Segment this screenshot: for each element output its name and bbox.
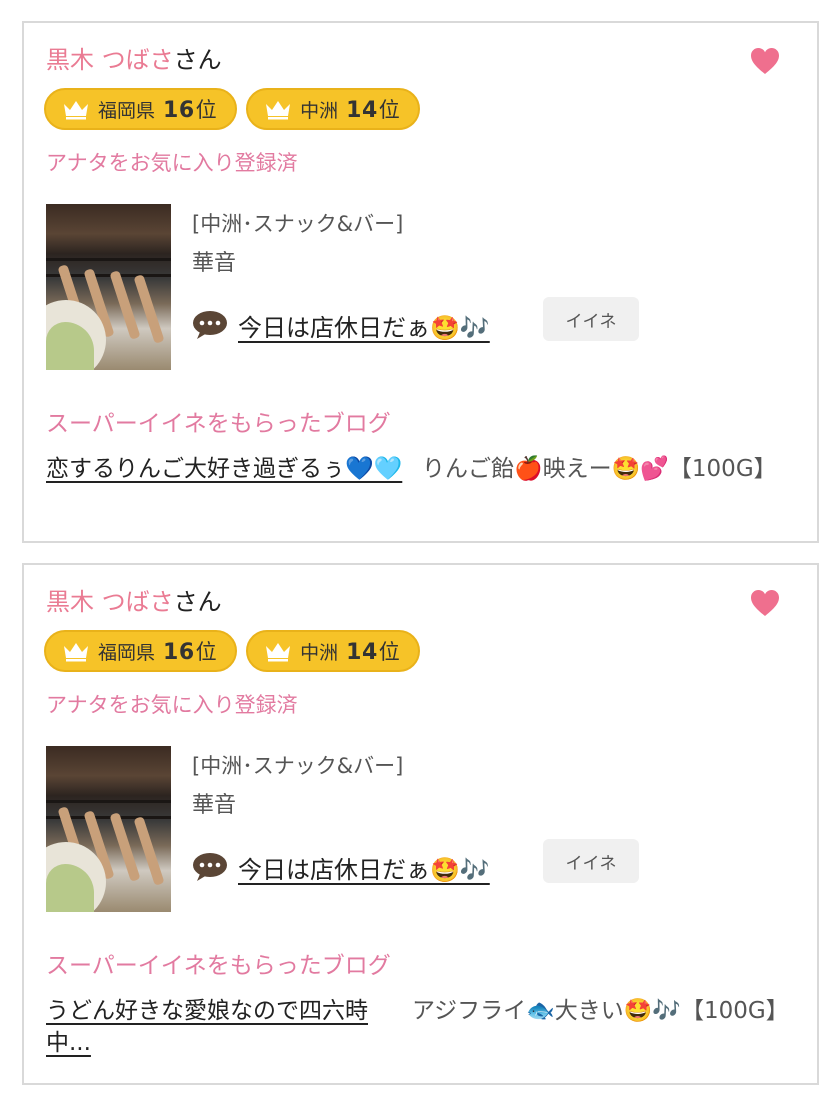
rank-badge-prefecture: 福岡県 16位 xyxy=(44,88,238,130)
rank-badge-prefecture: 福岡県 16位 xyxy=(44,630,238,672)
rank-badge-area: 中洲 14位 xyxy=(246,88,421,130)
honorific: さん xyxy=(173,588,222,616)
latest-message-link[interactable]: 今日は店休日だぁ🤩🎶 xyxy=(238,308,490,343)
latest-message-link[interactable]: 今日は店休日だぁ🤩🎶 xyxy=(238,850,490,885)
badge-rank-number: 14 xyxy=(346,98,378,123)
store-genre: [中洲･スナック&バー] xyxy=(192,212,404,236)
cast-name[interactable]: 黒木 つばささん xyxy=(46,587,222,617)
cast-card: 黒木 つばささん 福岡県 16位 中洲 14位 アナタをお気に入り登録済 [中洲… xyxy=(22,21,819,543)
cast-card: 黒木 つばささん 福岡県 16位 中洲 14位 アナタをお気に入り登録済 [中洲… xyxy=(22,563,819,1085)
favorite-status: アナタをお気に入り登録済 xyxy=(46,693,298,717)
honorific: さん xyxy=(173,46,222,74)
badge-area: 福岡県 xyxy=(98,99,156,122)
like-button[interactable]: イイネ xyxy=(543,297,639,341)
heart-icon[interactable] xyxy=(749,45,781,77)
heart-icon[interactable] xyxy=(749,587,781,619)
badge-rank-unit: 位 xyxy=(195,640,218,664)
crown-icon xyxy=(264,98,292,120)
badge-rank: 14位 xyxy=(346,94,400,124)
blog-description: アジフライ🐟大きい🤩🎶【100G】 xyxy=(412,998,789,1024)
cast-photo[interactable] xyxy=(46,746,171,912)
rank-badge-area: 中洲 14位 xyxy=(246,630,421,672)
badge-area: 中洲 xyxy=(300,641,339,664)
rank-badges: 福岡県 16位 中洲 14位 xyxy=(44,88,421,130)
badge-rank: 16位 xyxy=(163,94,217,124)
crown-icon xyxy=(62,640,90,662)
store-name[interactable]: 華音 xyxy=(192,245,236,277)
favorite-status: アナタをお気に入り登録済 xyxy=(46,151,298,175)
badge-rank-number: 16 xyxy=(163,640,195,665)
blog-description: りんご飴🍎映えー🤩💕【100G】 xyxy=(422,456,777,482)
store-genre: [中洲･スナック&バー] xyxy=(192,754,404,778)
cast-photo[interactable] xyxy=(46,204,171,370)
badge-rank-number: 16 xyxy=(163,98,195,123)
badge-rank-unit: 位 xyxy=(378,98,401,122)
super-like-heading: スーパーイイネをもらったブログ xyxy=(46,953,391,979)
rank-badges: 福岡県 16位 中洲 14位 xyxy=(44,630,421,672)
store-name[interactable]: 華音 xyxy=(192,787,236,819)
badge-area: 福岡県 xyxy=(98,641,156,664)
badge-rank: 14位 xyxy=(346,636,400,666)
badge-rank-number: 14 xyxy=(346,640,378,665)
crown-icon xyxy=(62,98,90,120)
cast-name-text[interactable]: 黒木 つばさ xyxy=(46,588,174,616)
badge-rank: 16位 xyxy=(163,636,217,666)
crown-icon xyxy=(264,640,292,662)
cast-name[interactable]: 黒木 つばささん xyxy=(46,45,222,75)
blog-title-link[interactable]: 恋するりんご大好き過ぎるぅ💙🩵 xyxy=(46,453,408,485)
badge-rank-unit: 位 xyxy=(195,98,218,122)
like-button[interactable]: イイネ xyxy=(543,839,639,883)
cast-name-text[interactable]: 黒木 つばさ xyxy=(46,46,174,74)
speech-bubble-icon xyxy=(192,310,228,340)
speech-bubble-icon xyxy=(192,852,228,882)
blog-title-link[interactable]: うどん好きな愛娘なので四六時中... xyxy=(46,995,408,1059)
badge-rank-unit: 位 xyxy=(378,640,401,664)
super-like-heading: スーパーイイネをもらったブログ xyxy=(46,411,391,437)
badge-area: 中洲 xyxy=(300,99,339,122)
